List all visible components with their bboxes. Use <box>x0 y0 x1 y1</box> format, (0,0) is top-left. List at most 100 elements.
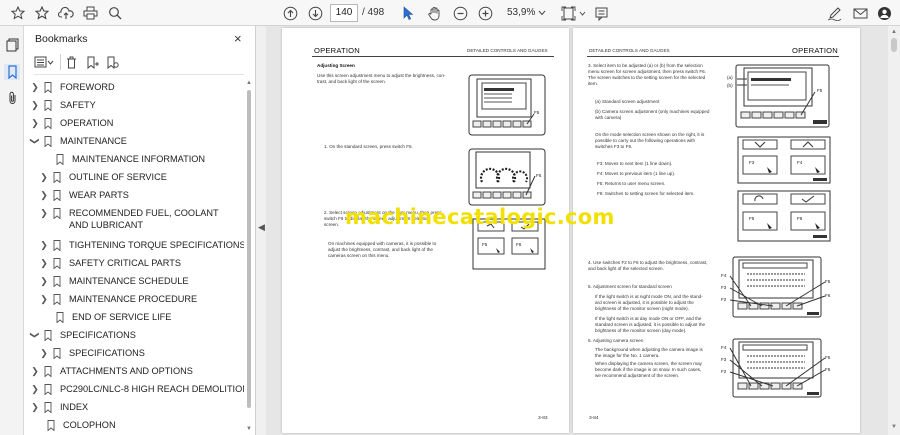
expand-chevron-icon[interactable]: ❯ <box>30 364 40 378</box>
figure-user-menu: F5 <box>468 74 546 136</box>
expand-chevron-icon[interactable]: ❯ <box>30 80 40 94</box>
figure-label: F6 <box>825 367 831 372</box>
scroll-down-arrow-icon[interactable]: ▼ <box>245 426 253 432</box>
bookmark-label: OUTLINE OF SERVICE <box>69 172 167 182</box>
bookmark-label: OPERATION <box>60 118 114 128</box>
bookmark-item-outline-of-service[interactable]: ❯ OUTLINE OF SERVICE <box>39 170 244 187</box>
expand-chevron-icon[interactable]: ❯ <box>30 98 40 112</box>
collapse-chevron-icon[interactable]: ❯ <box>28 330 42 340</box>
comment-toolbar-icon[interactable] <box>593 4 609 22</box>
previous-page-icon[interactable] <box>282 4 298 22</box>
bookmark-item-tightening-torque[interactable]: ❯ TIGHTENING TORQUE SPECIFICATIONS <box>39 238 244 255</box>
pages-thumbnail-icon[interactable] <box>4 37 20 53</box>
figure-label: F5 <box>817 88 823 93</box>
hand-tool-icon[interactable] <box>426 4 442 22</box>
expand-chevron-icon[interactable]: ❯ <box>30 400 40 414</box>
step-5-note-6: brightness of the monitor screen (day mo… <box>595 328 687 333</box>
figure-label: F5 <box>825 355 831 360</box>
bookmark-item-foreword[interactable]: ❯ FOREWORD <box>30 80 244 97</box>
figure-label: F5 <box>825 279 831 284</box>
delete-bookmark-icon[interactable] <box>66 53 80 71</box>
bookmark-item-maintenance[interactable]: ❯ MAINTENANCE <box>30 134 244 151</box>
zoom-in-icon[interactable] <box>477 4 493 22</box>
bookmark-star-icon[interactable] <box>10 4 26 22</box>
bookmark-item-operation[interactable]: ❯ OPERATION <box>30 116 244 133</box>
zoom-level[interactable]: 53,9% <box>507 7 535 18</box>
search-icon[interactable] <box>107 4 123 22</box>
zoom-out-icon[interactable] <box>452 4 468 22</box>
bookmark-item-safety[interactable]: ❯ SAFETY <box>30 98 244 115</box>
mail-icon[interactable] <box>852 4 868 22</box>
bookmark-item-index[interactable]: ❯ INDEX <box>30 400 244 417</box>
add-bookmark-icon[interactable] <box>86 53 100 71</box>
bookmark-ribbon-icon <box>43 328 53 342</box>
expand-chevron-icon[interactable]: ❯ <box>39 170 49 184</box>
figure-standard-screen: F5 <box>468 148 548 208</box>
expand-chevron-icon[interactable]: ❯ <box>39 238 49 252</box>
bookmark-options-menu-icon[interactable] <box>34 53 56 71</box>
note-line-3: cameras screen on this menu. <box>328 253 390 258</box>
bookmark-label: TIGHTENING TORQUE SPECIFICATIONS <box>69 240 244 250</box>
star-icon[interactable] <box>34 4 50 22</box>
bookmark-item-wear-parts[interactable]: ❯ WEAR PARTS <box>39 188 244 205</box>
step-5-title: 5. Adjustment screen for standard screen <box>588 284 672 289</box>
bookmark-item-specifications[interactable]: ❯ SPECIFICATIONS <box>30 328 244 345</box>
expand-chevron-icon[interactable]: ❯ <box>39 256 49 270</box>
figure-label: F5 <box>482 242 488 247</box>
zoom-dropdown-chevron-icon[interactable] <box>537 4 547 22</box>
collapse-panel-arrow-icon[interactable]: ◀ <box>258 222 265 233</box>
bookmark-item-end-of-service-life[interactable]: END OF SERVICE LIFE <box>52 310 244 327</box>
bookmark-label: SAFETY <box>60 100 96 110</box>
bookmark-item-recommended-fuel[interactable]: ❯ RECOMMENDED FUEL, COOLANT AND LUBRICAN… <box>39 206 244 234</box>
figure-label: F5 <box>536 173 542 178</box>
collapse-chevron-icon[interactable]: ❯ <box>28 136 42 146</box>
bookmark-item-attachments[interactable]: ❯ ATTACHMENTS AND OPTIONS <box>30 364 244 381</box>
bookmark-item-safety-critical-parts[interactable]: ❯ SAFETY CRITICAL PARTS <box>39 256 244 273</box>
switch-f4: F4: Moves to previous item (1 line up). <box>597 171 676 176</box>
bookmark-item-maintenance-information[interactable]: MAINTENANCE INFORMATION <box>52 152 244 169</box>
expand-chevron-icon[interactable]: ❯ <box>39 292 49 306</box>
print-icon[interactable] <box>82 4 98 22</box>
bookmark-item-high-reach-demolition[interactable]: ❯ PC290LC/NLC-8 HIGH REACH DEMOLITION <box>30 382 244 399</box>
next-page-icon[interactable] <box>307 4 323 22</box>
document-viewport[interactable]: OPERATION DETAILED CONTROLS AND GAUGES A… <box>266 26 888 435</box>
expand-chevron-icon[interactable]: ❯ <box>39 206 49 220</box>
bookmark-label: RECOMMENDED FUEL, COOLANT AND LUBRICANT <box>69 208 219 230</box>
select-cursor-icon[interactable] <box>400 4 416 22</box>
sign-pen-icon[interactable] <box>826 4 842 22</box>
page-number: 3-83 <box>538 416 548 421</box>
switch-f5: F5: Returns to user menu screen. <box>597 181 666 186</box>
page-number-input[interactable]: 140 <box>330 4 358 22</box>
bookmark-properties-icon[interactable] <box>106 53 120 71</box>
scroll-up-arrow-icon[interactable]: ▲ <box>891 29 897 35</box>
fit-page-icon[interactable] <box>560 4 576 22</box>
expand-chevron-icon[interactable]: ❯ <box>39 346 49 360</box>
bookmark-label: WEAR PARTS <box>69 190 129 200</box>
document-scrollbar[interactable]: ▲ ▼ <box>888 26 900 435</box>
attachment-paperclip-icon[interactable] <box>4 90 20 106</box>
account-icon[interactable] <box>876 4 892 22</box>
figure-label: F4 <box>797 160 803 165</box>
figure-label: F6 <box>825 293 831 298</box>
bookmark-label: SPECIFICATIONS <box>69 348 145 358</box>
step-5-note-3: brightness of the monitor screen (night … <box>595 306 689 311</box>
page-header-title: OPERATION <box>314 46 360 55</box>
bookmark-item-colophon[interactable]: COLOPHON <box>43 418 244 435</box>
expand-chevron-icon[interactable]: ❯ <box>30 382 40 396</box>
scroll-down-arrow-icon[interactable]: ▼ <box>891 424 897 430</box>
bookmark-item-specifications-child[interactable]: ❯ SPECIFICATIONS <box>39 346 244 363</box>
panel-scrollbar-thumb[interactable] <box>247 90 251 408</box>
bookmark-item-maintenance-schedule[interactable]: ❯ MAINTENANCE SCHEDULE <box>39 274 244 291</box>
bookmark-ribbon-icon <box>52 346 62 360</box>
bookmarks-panel-icon[interactable] <box>4 64 20 80</box>
step-4-line-2: and back light of the selected screen. <box>588 266 664 271</box>
scroll-up-arrow-icon[interactable]: ▲ <box>245 80 253 86</box>
bookmark-item-maintenance-procedure[interactable]: ❯ MAINTENANCE PROCEDURE <box>39 292 244 309</box>
expand-chevron-icon[interactable]: ❯ <box>39 274 49 288</box>
cloud-upload-icon[interactable] <box>58 4 74 22</box>
expand-chevron-icon[interactable]: ❯ <box>39 188 49 202</box>
document-scrollbar-thumb[interactable] <box>891 38 897 52</box>
fit-dropdown-chevron-icon[interactable] <box>578 4 586 22</box>
close-panel-button[interactable]: × <box>234 31 242 46</box>
expand-chevron-icon[interactable]: ❯ <box>30 116 40 130</box>
